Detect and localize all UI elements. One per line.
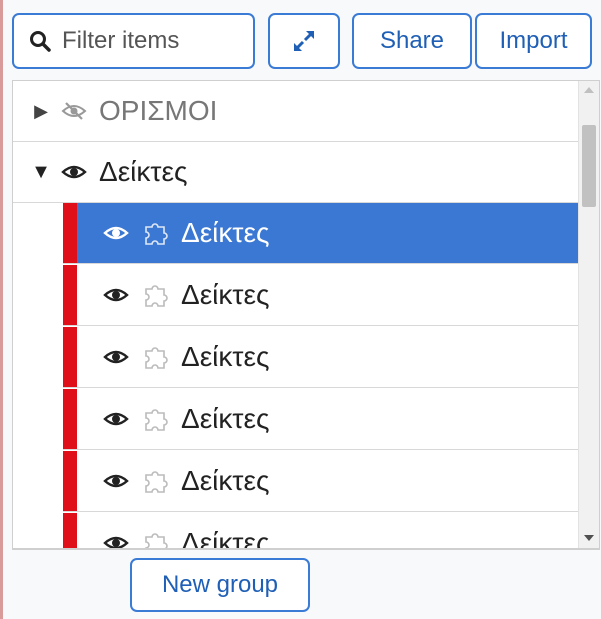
tree-child-label: Δείκτες bbox=[181, 527, 270, 550]
tree-row-label: ΟΡΙΣΜΟΙ bbox=[99, 95, 218, 126]
eye-icon[interactable] bbox=[103, 348, 129, 366]
vertical-scrollbar[interactable] bbox=[578, 81, 599, 549]
footer-divider bbox=[12, 548, 600, 549]
search-icon bbox=[30, 31, 51, 52]
eye-icon[interactable] bbox=[103, 410, 129, 428]
import-button[interactable]: Import bbox=[475, 13, 592, 69]
tree-row-label: Δείκτες bbox=[99, 156, 188, 187]
puzzle-icon bbox=[145, 347, 168, 369]
expand-arrows-icon bbox=[294, 31, 314, 51]
group-color-stripe bbox=[63, 451, 77, 511]
tree-child-row[interactable]: Δείκτες bbox=[63, 513, 579, 550]
tree-child-row[interactable]: Δείκτες bbox=[63, 327, 579, 388]
tree-child-row[interactable]: Δείκτες bbox=[63, 265, 579, 326]
tree-child-label: Δείκτες bbox=[181, 403, 270, 434]
scrollbar-thumb[interactable] bbox=[582, 125, 596, 207]
filter-box[interactable] bbox=[12, 13, 255, 69]
scroll-down-arrow-icon[interactable] bbox=[584, 535, 594, 541]
puzzle-icon bbox=[145, 471, 168, 493]
tree-row-deiktes-group[interactable]: ▼ Δείκτες bbox=[13, 142, 579, 203]
tree-panel: ▶ ΟΡΙΣΜΟΙ ▼ Δείκτες Δείκτες Δείκτες Δείκ… bbox=[12, 80, 600, 550]
puzzle-icon bbox=[145, 409, 168, 431]
tree-child-row[interactable]: Δείκτες bbox=[63, 203, 579, 264]
group-color-stripe bbox=[63, 389, 77, 449]
tree-child-label: Δείκτες bbox=[181, 279, 270, 310]
left-edge bbox=[0, 0, 3, 619]
eye-icon[interactable] bbox=[61, 163, 87, 181]
eye-slash-icon[interactable] bbox=[61, 102, 87, 120]
tree-row-orismoi[interactable]: ▶ ΟΡΙΣΜΟΙ bbox=[13, 81, 579, 142]
tree-child-label: Δείκτες bbox=[181, 217, 270, 248]
eye-icon[interactable] bbox=[103, 224, 129, 242]
tree-child-row[interactable]: Δείκτες bbox=[63, 389, 579, 450]
share-button[interactable]: Share bbox=[352, 13, 472, 69]
scroll-up-arrow-icon[interactable] bbox=[584, 87, 594, 93]
eye-icon[interactable] bbox=[103, 472, 129, 490]
tree-child-label: Δείκτες bbox=[181, 465, 270, 496]
puzzle-icon bbox=[145, 223, 168, 245]
filter-input[interactable] bbox=[62, 27, 242, 55]
group-color-stripe bbox=[63, 265, 77, 325]
puzzle-icon bbox=[145, 533, 168, 549]
toolbar: Share Import bbox=[12, 13, 592, 69]
tree-child-label: Δείκτες bbox=[181, 341, 270, 372]
group-color-stripe bbox=[63, 513, 77, 549]
caret-down-icon[interactable]: ▼ bbox=[31, 161, 51, 184]
new-group-button[interactable]: New group bbox=[130, 558, 310, 612]
puzzle-icon bbox=[145, 285, 168, 307]
expand-button[interactable] bbox=[268, 13, 340, 69]
group-color-stripe bbox=[63, 327, 77, 387]
caret-right-icon[interactable]: ▶ bbox=[31, 101, 51, 122]
tree-child-row[interactable]: Δείκτες bbox=[63, 451, 579, 512]
eye-icon[interactable] bbox=[103, 286, 129, 304]
group-color-stripe bbox=[63, 203, 77, 263]
